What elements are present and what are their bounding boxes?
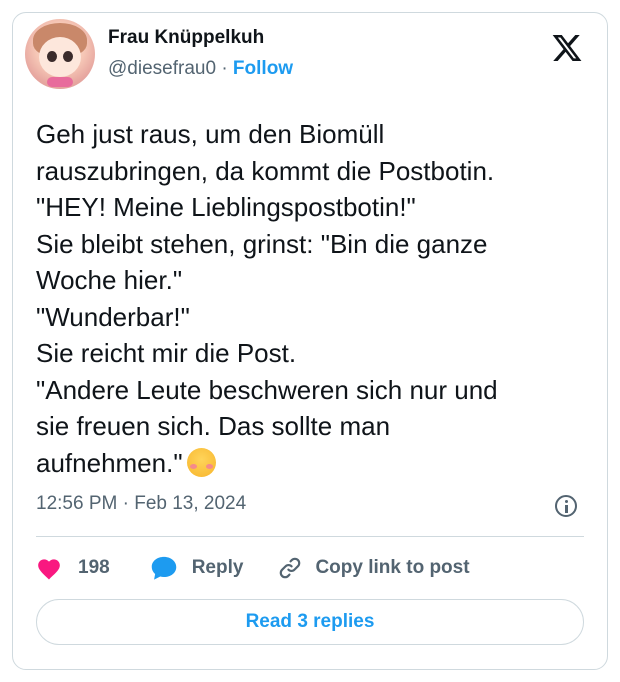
divider: [36, 536, 584, 537]
avatar-bow: [47, 77, 73, 87]
like-count: 198: [78, 557, 110, 578]
avatar-face: [39, 37, 81, 77]
author-avatar[interactable]: [25, 19, 95, 89]
tweet-timestamp[interactable]: 12:56 PM · Feb 13, 2024: [36, 493, 246, 515]
copy-link-button[interactable]: Copy link to post: [277, 555, 470, 581]
avatar-eye-left: [47, 51, 57, 62]
avatar-eye-right: [63, 51, 73, 62]
like-button[interactable]: 198: [36, 556, 110, 580]
copy-link-label: Copy link to post: [315, 557, 470, 578]
reply-label: Reply: [191, 557, 244, 578]
action-bar: 198 Reply Copy link to post: [36, 553, 470, 583]
heart-icon: [38, 559, 60, 580]
author-handle[interactable]: @diesefrau0: [108, 58, 216, 79]
x-logo-icon[interactable]: [551, 32, 583, 64]
tweet-text: Geh just raus, um den Biomüll rauszubrin…: [36, 119, 498, 478]
link-icon: [280, 557, 301, 579]
handle-separator: ·: [221, 58, 228, 79]
author-name[interactable]: Frau Knüppelkuh: [108, 27, 264, 49]
author-handle-row: @diesefrau0 · Follow: [108, 58, 293, 80]
info-icon[interactable]: [555, 495, 577, 517]
follow-link[interactable]: Follow: [233, 58, 293, 79]
read-replies-button[interactable]: Read 3 replies: [36, 599, 584, 645]
tweet-body: Geh just raus, um den Biomüll rauszubrin…: [36, 116, 586, 481]
reply-button[interactable]: Reply: [150, 555, 244, 581]
reply-bubble-icon: [151, 556, 176, 580]
blush-emoji-icon: [186, 447, 216, 477]
